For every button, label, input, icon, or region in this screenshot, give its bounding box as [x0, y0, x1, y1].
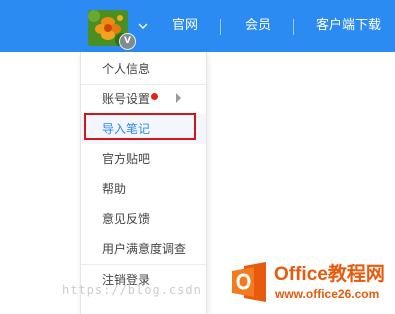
menu-item-label: 官方贴吧 — [102, 152, 151, 166]
menu-item-feedback[interactable]: 意见反馈 — [81, 204, 206, 234]
menu-item-label: 个人信息 — [102, 62, 151, 76]
menu-item-profile[interactable]: 个人信息 — [81, 54, 206, 84]
menu-item-import-notes[interactable]: 导入笔记 — [81, 114, 206, 144]
menu-item-satisfaction-survey[interactable]: 用户满意度调查 — [81, 234, 206, 264]
nav-link-membership[interactable]: 会员 — [245, 17, 271, 35]
logo-title: Office教程网 — [274, 264, 385, 285]
notification-dot — [151, 93, 158, 100]
menu-item-label: 意见反馈 — [102, 212, 151, 226]
nav-link-official-site[interactable]: 官网 — [172, 17, 198, 35]
top-navigation-bar: V 官网 会员 客户端下载 — [0, 0, 395, 52]
caret-right-icon — [176, 93, 181, 103]
nav-separator — [293, 19, 294, 35]
chevron-down-icon[interactable] — [138, 21, 148, 31]
menu-item-label: 帮助 — [102, 182, 127, 196]
nav-link-client-download[interactable]: 客户端下载 — [316, 17, 381, 35]
menu-item-official-forum[interactable]: 官方贴吧 — [81, 144, 206, 174]
menu-item-account-settings[interactable]: 账号设置 — [81, 84, 206, 114]
watermark-text: https://blog.csdn — [62, 283, 202, 297]
logo-url: www.office26.com — [275, 287, 380, 301]
vip-badge: V — [119, 33, 136, 50]
menu-item-help[interactable]: 帮助 — [81, 174, 206, 204]
nav-separator — [220, 19, 221, 35]
menu-item-label: 导入笔记 — [102, 122, 151, 136]
menu-item-label: 账号设置 — [102, 92, 151, 106]
user-dropdown-menu: 个人信息 账号设置 导入笔记 官方贴吧 帮助 意见反馈 用户满意度调查 注销登录 — [80, 52, 207, 314]
office-logo-icon — [232, 262, 266, 302]
menu-item-label: 用户满意度调查 — [102, 242, 187, 256]
